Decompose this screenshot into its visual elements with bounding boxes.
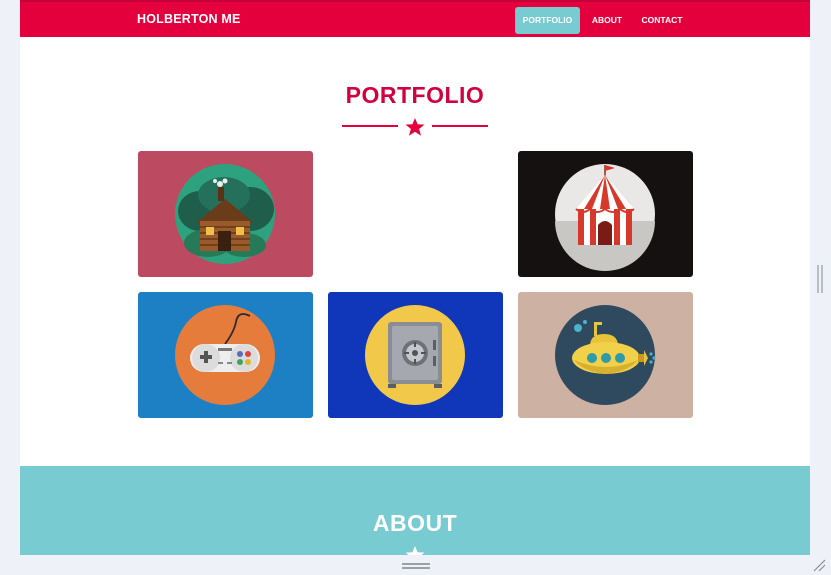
- portfolio-item-safe[interactable]: [328, 292, 503, 418]
- star-icon: [405, 118, 425, 136]
- game-controller-icon: [175, 305, 275, 405]
- divider-line-right: [432, 125, 488, 127]
- portfolio-item-controller[interactable]: [138, 292, 313, 418]
- vertical-resize-handle[interactable]: [816, 265, 824, 293]
- horizontal-resize-handle[interactable]: [402, 562, 430, 570]
- nav-link-about[interactable]: ABOUT: [586, 7, 628, 34]
- portfolio-heading: PORTFOLIO: [345, 82, 485, 108]
- top-navbar: HOLBERTON ME PORTFOLIO ABOUT CONTACT: [20, 0, 810, 37]
- nav-link-portfolio[interactable]: PORTFOLIO: [515, 7, 580, 34]
- divider-line-left: [342, 125, 398, 127]
- resize-grip-icon[interactable]: [812, 558, 826, 572]
- cabin-icon: [175, 164, 275, 264]
- safe-icon: [365, 305, 465, 405]
- nav-link-contact[interactable]: CONTACT: [636, 7, 688, 34]
- page-frame: HOLBERTON ME PORTFOLIO ABOUT CONTACT POR…: [20, 0, 810, 555]
- submarine-icon: [555, 305, 656, 405]
- portfolio-item-cabin[interactable]: [138, 151, 313, 277]
- portfolio-item-submarine[interactable]: [518, 292, 693, 418]
- about-heading: ABOUT: [372, 510, 458, 536]
- star-icon: [405, 546, 425, 555]
- circus-tent-icon: [555, 164, 655, 271]
- brand-logo[interactable]: HOLBERTON ME: [137, 12, 241, 26]
- portfolio-item-circus[interactable]: [518, 151, 693, 277]
